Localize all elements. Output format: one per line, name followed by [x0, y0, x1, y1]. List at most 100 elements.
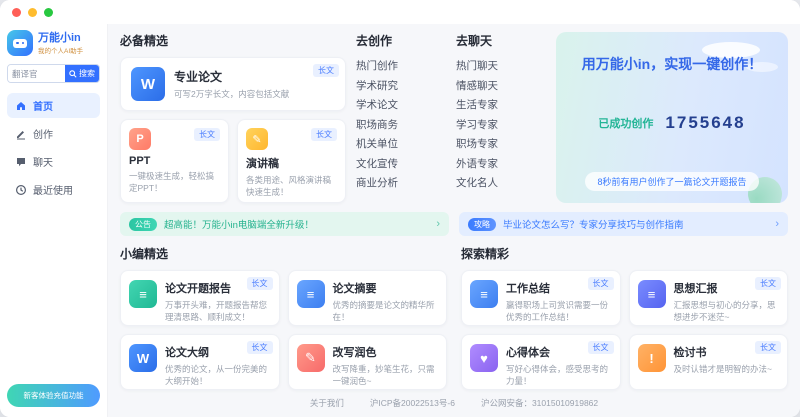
- footer: 关于我们 沪ICP备20022513号-6 沪公网安备：310150109198…: [120, 391, 788, 413]
- word-icon: W: [131, 67, 165, 101]
- chat-link[interactable]: 外语专家: [456, 155, 546, 175]
- tool-card-experience[interactable]: ♥ 心得体会 写好心得体会，感受思考的力量！ 长文: [461, 334, 621, 390]
- longform-tag: 长文: [588, 277, 614, 290]
- card-desc: 及时认错才是明智的办法~: [674, 363, 772, 375]
- card-desc: 优秀的论文，从一份完美的大纲开始！: [165, 363, 269, 387]
- guide-badge: 攻略: [468, 218, 496, 231]
- bottom-section: 小编精选 ≡ 论文开题报告 万事开头难，开题报告帮您理清思路、顺利成文！ 长文 …: [120, 245, 788, 390]
- sidebar-item-recent[interactable]: 最近使用: [7, 177, 100, 202]
- search-icon: [69, 70, 77, 78]
- banner-text: 毕业论文怎么写？专家分享技巧与创作指南: [503, 217, 684, 231]
- section-title-create: 去创作: [356, 32, 446, 49]
- create-link[interactable]: 文化宣传: [356, 155, 446, 175]
- sidebar-item-label: 聊天: [33, 154, 53, 169]
- briefcase-icon: ≡: [470, 280, 498, 308]
- close-window-button[interactable]: [12, 8, 21, 17]
- create-link[interactable]: 学术论文: [356, 96, 446, 116]
- essentials-mini-row: P 长文 PPT 一键极速生成，轻松搞定PPT！ ✎ 长文 演讲稿: [120, 119, 346, 203]
- promo-stat: 已成功创作 1755648: [598, 113, 745, 133]
- card-desc: 可写2万字长文，内容包括文献: [174, 88, 289, 100]
- chat-link[interactable]: 热门聊天: [456, 57, 546, 77]
- newcomer-recharge-button[interactable]: 新客体验充值功能: [7, 384, 100, 407]
- promo-headline: 用万能小in，实现一键创作！: [582, 54, 762, 74]
- tool-card-speech[interactable]: ✎ 长文 演讲稿 各类用途、风格演讲稿快速生成！: [237, 119, 346, 203]
- guide-banner[interactable]: 攻略 毕业论文怎么写？专家分享技巧与创作指南 ›: [459, 212, 788, 236]
- create-link[interactable]: 商业分析: [356, 174, 446, 194]
- search-button[interactable]: 搜索: [65, 65, 99, 82]
- card-title: 演讲稿: [246, 155, 337, 171]
- home-icon: [15, 100, 27, 112]
- longform-tag: 长文: [755, 277, 781, 290]
- tool-card-review-letter[interactable]: ! 检讨书 及时认错才是明智的办法~ 长文: [629, 334, 789, 390]
- card-desc: 各类用途、风格演讲稿快速生成！: [246, 174, 337, 198]
- tool-card-thesis[interactable]: W 专业论文 可写2万字长文，内容包括文献 长文: [120, 57, 346, 111]
- card-desc: 一键极速生成，轻松搞定PPT！: [129, 170, 220, 194]
- robot-logo-icon: [7, 30, 33, 56]
- about-us-link[interactable]: 关于我们: [310, 397, 344, 409]
- longform-tag: 长文: [194, 128, 220, 141]
- card-desc: 万事开头难，开题报告帮您理清思路、顺利成文！: [165, 299, 269, 323]
- stat-value: 1755648: [665, 113, 745, 133]
- app-window: 万能小in 我的个人AI助手 搜索 首页 创作: [0, 0, 800, 417]
- sidebar-nav: 首页 创作 聊天 最近使用: [7, 93, 100, 202]
- chat-link[interactable]: 情感聊天: [456, 77, 546, 97]
- longform-tag: 长文: [311, 128, 337, 141]
- create-link[interactable]: 学术研究: [356, 77, 446, 97]
- banner-text: 超高能！万能小in电脑端全新升级！: [164, 217, 314, 231]
- speech-icon: ✎: [246, 128, 268, 150]
- heart-icon: ♥: [470, 344, 498, 372]
- section-title-explore: 探索精彩: [461, 245, 788, 262]
- police-license-link[interactable]: 沪公网安备：31015010919862: [481, 397, 598, 409]
- tool-card-ppt[interactable]: P 长文 PPT 一键极速生成，轻松搞定PPT！: [120, 119, 229, 203]
- chat-bubble-icon: [15, 156, 27, 168]
- chat-link[interactable]: 学习专家: [456, 116, 546, 136]
- card-desc: 写好心得体会，感受思考的力量！: [506, 363, 610, 387]
- chat-link[interactable]: 职场专家: [456, 135, 546, 155]
- essentials-section: 必备精选 W 专业论文 可写2万字长文，内容包括文献 长文 P: [120, 32, 346, 203]
- card-desc: 汇报思想与初心的分享，思想进步不迷茫~: [674, 299, 778, 323]
- create-link[interactable]: 热门创作: [356, 57, 446, 77]
- app-tagline: 我的个人AI助手: [38, 45, 83, 55]
- chat-link[interactable]: 生活专家: [456, 96, 546, 116]
- section-title-essentials: 必备精选: [120, 32, 346, 49]
- exclamation-icon: !: [638, 344, 666, 372]
- section-title-editor-picks: 小编精选: [120, 245, 447, 262]
- explore-section: 探索精彩 ≡ 工作总结 赢得职场上司赏识需要一份优秀的工作总结！ 长文 ≡: [461, 245, 788, 390]
- main-content: 必备精选 W 专业论文 可写2万字长文，内容包括文献 长文 P: [108, 24, 800, 417]
- icp-license-link[interactable]: 沪ICP备20022513号-6: [370, 397, 455, 409]
- card-title: 改写润色: [333, 344, 437, 360]
- tool-card-polish[interactable]: ✎ 改写润色 改写降重，妙笔生花，只需一键润色~: [288, 334, 448, 390]
- announcement-banner[interactable]: 公告 超高能！万能小in电脑端全新升级！ ›: [120, 212, 449, 236]
- pencil-icon: [15, 128, 27, 140]
- create-link[interactable]: 职场商务: [356, 116, 446, 136]
- sidebar-item-chat[interactable]: 聊天: [7, 149, 100, 174]
- announcement-badge: 公告: [129, 218, 157, 231]
- sidebar: 万能小in 我的个人AI助手 搜索 首页 创作: [0, 24, 108, 417]
- sidebar-item-label: 首页: [33, 98, 53, 113]
- ppt-icon: P: [129, 128, 151, 150]
- titlebar: [0, 0, 800, 24]
- minimize-window-button[interactable]: [28, 8, 37, 17]
- sidebar-item-home[interactable]: 首页: [7, 93, 100, 118]
- create-link[interactable]: 机关单位: [356, 135, 446, 155]
- document-icon: ≡: [129, 280, 157, 308]
- maximize-window-button[interactable]: [44, 8, 53, 17]
- search-input[interactable]: [8, 65, 65, 82]
- chat-link[interactable]: 文化名人: [456, 174, 546, 194]
- sidebar-item-create[interactable]: 创作: [7, 121, 100, 146]
- section-title-chat: 去聊天: [456, 32, 546, 49]
- top-section: 必备精选 W 专业论文 可写2万字长文，内容包括文献 长文 P: [120, 32, 788, 203]
- document-icon: ≡: [297, 280, 325, 308]
- longform-tag: 长文: [313, 64, 339, 77]
- tool-card-abstract[interactable]: ≡ 论文摘要 优秀的摘要是论文的精华所在！: [288, 270, 448, 326]
- tool-card-work-summary[interactable]: ≡ 工作总结 赢得职场上司赏识需要一份优秀的工作总结！ 长文: [461, 270, 621, 326]
- chevron-right-icon: ›: [436, 218, 440, 230]
- stat-label: 已成功创作: [598, 115, 653, 131]
- report-icon: ≡: [638, 280, 666, 308]
- card-title: 论文摘要: [333, 280, 437, 296]
- longform-tag: 长文: [247, 341, 273, 354]
- tool-card-outline[interactable]: W 论文大纲 优秀的论文，从一份完美的大纲开始！ 长文: [120, 334, 280, 390]
- pen-icon: ✎: [297, 344, 325, 372]
- tool-card-thought-report[interactable]: ≡ 思想汇报 汇报思想与初心的分享，思想进步不迷茫~ 长文: [629, 270, 789, 326]
- tool-card-proposal[interactable]: ≡ 论文开题报告 万事开头难，开题报告帮您理清思路、顺利成文！ 长文: [120, 270, 280, 326]
